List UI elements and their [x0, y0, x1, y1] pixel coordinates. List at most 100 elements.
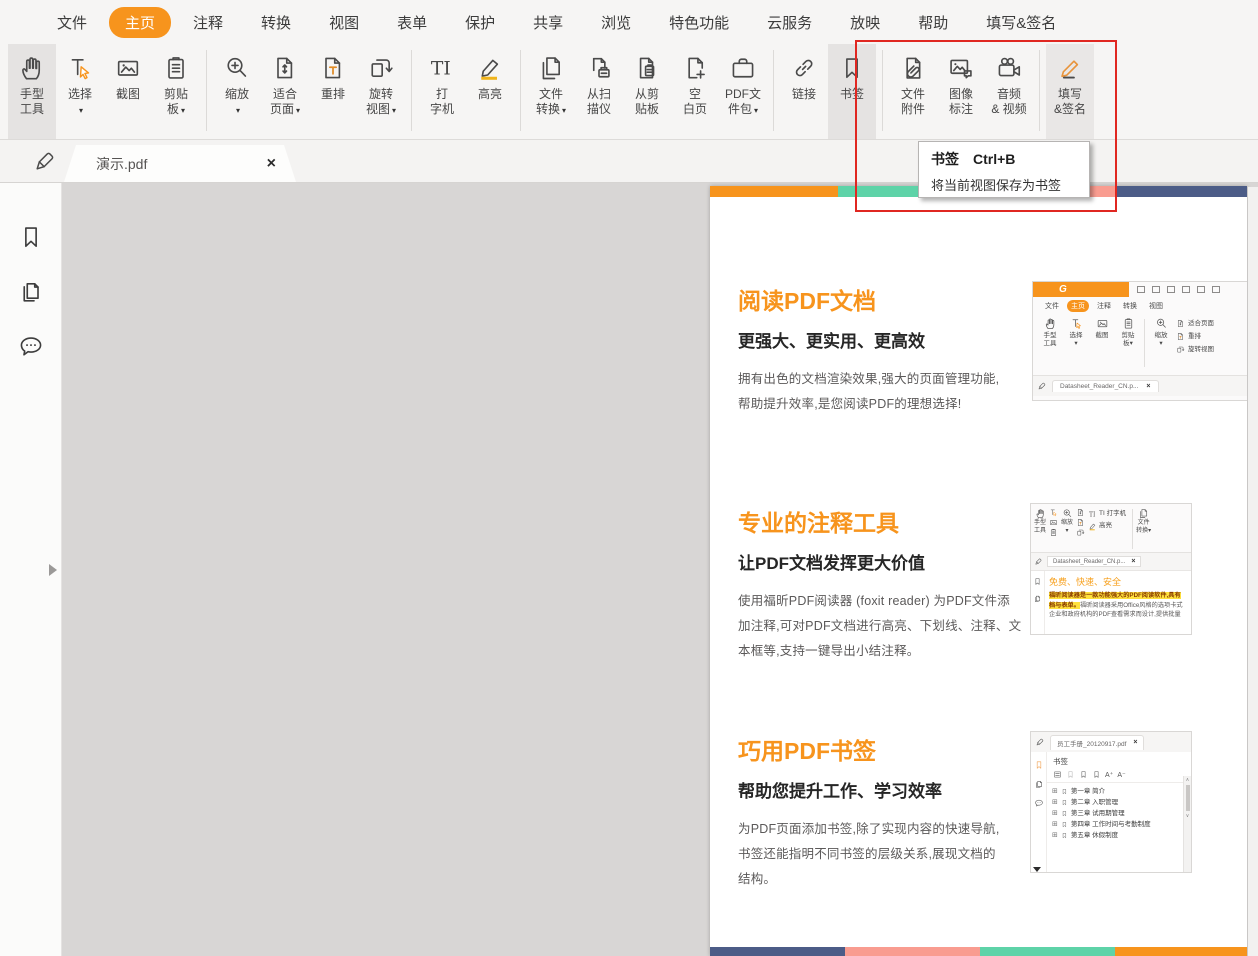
zoom-plus-icon — [223, 53, 251, 83]
menu-cloud[interactable]: 云服务 — [748, 7, 831, 38]
menu-features[interactable]: 特色功能 — [650, 7, 748, 38]
screenshot-read-pdf: G 文件主页注释转换视图 手型工具 选择▾ 截图 剪贴板▾ 缩放▾ 适合页面 重… — [1032, 281, 1247, 401]
mini-tab-bar: Datasheet_Reader_CN.p...× — [1033, 376, 1247, 396]
mini-menu-bar: 文件主页注释转换视图 — [1033, 297, 1247, 314]
toolbar-button-highlight[interactable]: 高亮 — [466, 44, 514, 139]
mini-foxit-logo: G — [1033, 282, 1129, 297]
menu-fill-sign[interactable]: 填写&签名 — [967, 7, 1075, 38]
section-pdf-bookmarks: 巧用PDF书签 帮助您提升工作、学习效率 为PDF页面添加书签,除了实现内容的快… — [738, 732, 1038, 892]
menu-share[interactable]: 共享 — [514, 7, 582, 38]
section-subheading: 让PDF文档发挥更大价值 — [738, 549, 1038, 574]
toolbar-button-rotate-view[interactable]: 旋转视图▾ — [357, 44, 405, 139]
section-heading: 专业的注释工具 — [738, 504, 1038, 538]
menu-help[interactable]: 帮助 — [899, 7, 967, 38]
toolbar-button-reflow[interactable]: 重排 — [309, 44, 357, 139]
document-canvas: 阅读PDF文档 更强大、更实用、更高效 拥有出色的文档渲染效果,强大的页面管理功… — [62, 183, 1258, 956]
mini-down-arrow-icon — [1033, 867, 1041, 872]
scanner-icon — [585, 53, 613, 83]
mini-scrollbar: ∧∨ — [1183, 776, 1191, 873]
toolbar-button-fill-sign[interactable]: 填写&签名 — [1046, 44, 1094, 139]
mini-sidebar — [1031, 752, 1047, 873]
menu-view[interactable]: 视图 — [310, 7, 378, 38]
screenshot-annotation: 手型工具 缩放▾ TI 打字机 高亮 文件转换▾ Datasheet_Reade… — [1030, 503, 1192, 635]
comments-panel-icon[interactable] — [17, 332, 45, 360]
menu-bar: 文件 主页 注释 转换 视图 表单 保护 共享 浏览 特色功能 云服务 放映 帮… — [0, 0, 1258, 44]
toolbar-button-from-clipboard[interactable]: 从剪贴板 — [623, 44, 671, 139]
panel-expand-arrow-icon[interactable] — [49, 564, 57, 576]
toolbar-button-hand-tool[interactable]: 手型工具 — [8, 44, 56, 139]
reflow-icon — [319, 53, 347, 83]
toolbar-button-snapshot[interactable]: 截图 — [104, 44, 152, 139]
section-subheading: 帮助您提升工作、学习效率 — [738, 777, 1038, 802]
vertical-scrollbar[interactable] — [1247, 187, 1258, 956]
menu-home[interactable]: 主页 — [109, 7, 171, 38]
hand-icon — [18, 53, 46, 83]
image-annotation-icon — [947, 53, 975, 83]
mini-bookmark-list: ⊞第一章 简介 ⊞第二章 入职管理 ⊞第三章 试用期管理 ⊞第四章 工作时间与考… — [1047, 783, 1191, 841]
menu-file[interactable]: 文件 — [38, 7, 106, 38]
toolbar-button-zoom[interactable]: 缩放▾ — [213, 44, 261, 139]
link-icon — [790, 53, 818, 83]
toolbar-button-file-attachment[interactable]: 文件附件 — [889, 44, 937, 139]
section-annotation-tools: 专业的注释工具 让PDF文档发挥更大价值 使用福昕PDF阅读器 (foxit r… — [738, 504, 1038, 664]
from-clipboard-icon — [633, 53, 661, 83]
toolbar-button-bookmark[interactable]: 书签 — [828, 44, 876, 139]
toolbar-button-typewriter[interactable]: 打字机 — [418, 44, 466, 139]
toolbar-button-image-annotation[interactable]: 图像标注 — [937, 44, 985, 139]
bookmarks-panel-icon[interactable] — [17, 223, 45, 251]
toolbar-separator — [882, 50, 883, 131]
select-text-icon — [66, 53, 94, 83]
toolbar-button-fit-page[interactable]: 适合页面▾ — [261, 44, 309, 139]
fill-sign-pencil-icon — [1056, 53, 1084, 83]
mini-title-bar: G — [1033, 282, 1247, 297]
main-area: 阅读PDF文档 更强大、更实用、更高效 拥有出色的文档渲染效果,强大的页面管理功… — [0, 183, 1258, 956]
pages-panel-icon[interactable] — [17, 277, 45, 305]
toolbar-button-file-convert[interactable]: 文件转换▾ — [527, 44, 575, 139]
document-tab[interactable]: 演示.pdf × — [64, 145, 296, 182]
mini-toolbar: 手型工具 选择▾ 截图 剪贴板▾ 缩放▾ 适合页面 重排 旋转视图 — [1033, 314, 1247, 376]
tooltip-title: 书签 — [931, 151, 959, 167]
highlighter-icon — [476, 53, 504, 83]
mini-tab-bar: Datasheet_Reader_CN.p...× — [1031, 553, 1191, 571]
typewriter-icon — [428, 53, 456, 83]
screenshot-bookmarks: 员工手册_20120917.pdf× 书签 — [1030, 731, 1192, 873]
toolbar-separator — [411, 50, 412, 131]
document-tab-title: 演示.pdf — [96, 154, 267, 174]
toolbar-separator — [1039, 50, 1040, 131]
blank-page-icon — [681, 53, 709, 83]
toolbar-button-from-scanner[interactable]: 从扫描仪 — [575, 44, 623, 139]
mini-panel-toolbar: A⁺ A⁻ — [1047, 769, 1191, 783]
mini-document: 免费、快速、安全 福昕阅读器是一款功能强大的PDF阅读软件,具有 档与表单。福昕… — [1031, 571, 1191, 635]
pencil-icon[interactable] — [32, 148, 58, 174]
menu-form[interactable]: 表单 — [378, 7, 446, 38]
pdf-page: 阅读PDF文档 更强大、更实用、更高效 拥有出色的文档渲染效果,强大的页面管理功… — [710, 186, 1247, 956]
toolbar-button-select[interactable]: 选择▾ — [56, 44, 104, 139]
section-heading: 巧用PDF书签 — [738, 732, 1038, 766]
toolbar-separator — [520, 50, 521, 131]
menu-protect[interactable]: 保护 — [446, 7, 514, 38]
toolbar-button-blank-page[interactable]: 空白页 — [671, 44, 719, 139]
tooltip-description: 将当前视图保存为书签 — [931, 175, 1089, 194]
clipboard-icon — [162, 53, 190, 83]
menu-browse[interactable]: 浏览 — [582, 7, 650, 38]
section-heading: 阅读PDF文档 — [738, 282, 1038, 316]
menu-comment[interactable]: 注释 — [174, 7, 242, 38]
toolbar-button-pdf-portfolio[interactable]: PDF文件包▾ — [719, 44, 767, 139]
bookmark-icon — [838, 53, 866, 83]
portfolio-icon — [729, 53, 757, 83]
menu-convert[interactable]: 转换 — [242, 7, 310, 38]
rotate-view-icon — [367, 53, 395, 83]
menu-slideshow[interactable]: 放映 — [831, 7, 899, 38]
toolbar: 手型工具 选择▾ 截图 剪贴板▾ 缩放▾ 适合页面▾ 重排 旋转视图▾ 打字机 … — [0, 44, 1258, 140]
mini-toolbar: 手型工具 缩放▾ TI 打字机 高亮 文件转换▾ — [1031, 504, 1191, 553]
fit-page-icon — [271, 53, 299, 83]
mini-panel-title: 书签 — [1047, 752, 1191, 769]
file-convert-icon — [537, 53, 565, 83]
toolbar-separator — [206, 50, 207, 131]
toolbar-button-clipboard[interactable]: 剪贴板▾ — [152, 44, 200, 139]
bookmark-tooltip: 书签Ctrl+B 将当前视图保存为书签 — [918, 141, 1090, 198]
toolbar-button-link[interactable]: 链接 — [780, 44, 828, 139]
section-read-pdf: 阅读PDF文档 更强大、更实用、更高效 拥有出色的文档渲染效果,强大的页面管理功… — [738, 282, 1038, 417]
close-icon[interactable]: × — [267, 155, 276, 173]
toolbar-button-audio-video[interactable]: 音频& 视频 — [985, 44, 1033, 139]
